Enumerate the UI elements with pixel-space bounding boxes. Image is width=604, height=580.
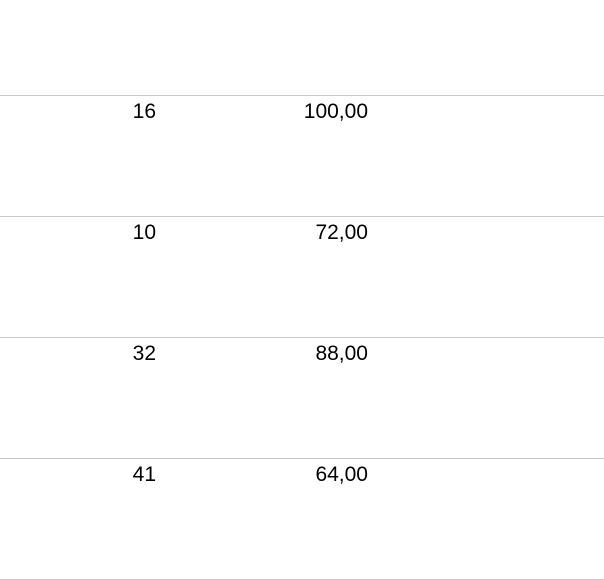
quantity-cell[interactable]: 41 <box>60 463 156 487</box>
quantity-cell[interactable]: 10 <box>60 221 156 245</box>
amount-cell[interactable]: 72,00 <box>228 221 368 245</box>
quantity-cell[interactable]: 32 <box>60 342 156 366</box>
amount-cell[interactable]: 100,00 <box>228 100 368 124</box>
spreadsheet-grid: , 16 100,00 10 72,00 32 88,00 41 64,00 <box>0 0 604 580</box>
quantity-cell[interactable]: 16 <box>60 100 156 124</box>
table-row[interactable]: 41 64,00 <box>0 459 604 580</box>
table-row-header-cutoff: , <box>0 0 604 96</box>
amount-cell[interactable]: 88,00 <box>228 342 368 366</box>
amount-cell[interactable]: 64,00 <box>228 463 368 487</box>
table-row[interactable]: 10 72,00 <box>0 217 604 338</box>
table-row[interactable]: 32 88,00 <box>0 338 604 459</box>
table-row[interactable]: 16 100,00 <box>0 96 604 217</box>
